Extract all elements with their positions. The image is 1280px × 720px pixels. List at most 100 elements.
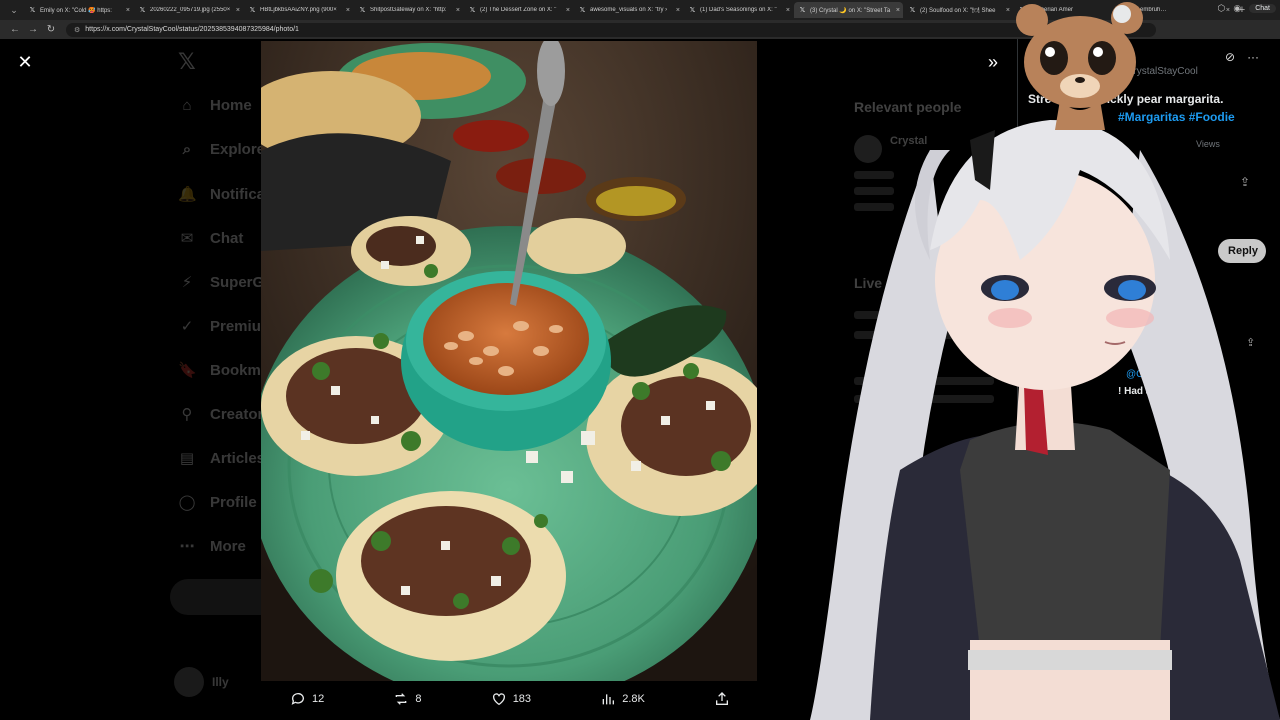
text-line xyxy=(854,311,974,319)
browser-tab[interactable]: 𝕏awesome_visuals on X: "try › × xyxy=(574,2,683,18)
browser-tab[interactable]: 𝕏 (3) Crystal 🌙 on X: "Street Ta × xyxy=(794,2,903,18)
tab-title: (1) Dad's Seasonings on X: " xyxy=(700,7,777,13)
like-button[interactable]: 183 xyxy=(491,691,531,707)
browser-tab[interactable]: 𝕏 Emily on X: "Cold 🥵 https: × xyxy=(24,2,133,18)
repost-count: 8 xyxy=(415,693,422,705)
url-field[interactable]: ⚙ https://x.com/CrystalStayCool/status/2… xyxy=(66,22,1156,37)
close-tab-icon[interactable]: × xyxy=(676,7,680,14)
browser-tab[interactable]: 𝕏 20260222_095719.jpg (2550× × xyxy=(134,2,243,18)
text-line xyxy=(854,203,894,211)
avatar xyxy=(854,135,882,163)
browser-tab[interactable]: 𝕏 (2) Soulfood on X: "🍽 Shee × xyxy=(904,2,1013,18)
reply-author-handle[interactable]: @CrystalS xyxy=(1126,369,1174,380)
text-line xyxy=(854,377,994,385)
browser-tab[interactable]: 𝕏 (2) The Dessert Zone on X: " × xyxy=(464,2,573,18)
close-tab-icon[interactable]: × xyxy=(236,7,240,14)
nav-icon: ◯ xyxy=(178,494,196,511)
x-logo-icon: 𝕏 xyxy=(909,7,916,14)
live-heading: Live on X xyxy=(854,275,917,291)
like-count: 183 xyxy=(512,693,532,705)
reload-icon[interactable]: ↻ xyxy=(42,24,60,35)
reply-button[interactable]: 12 xyxy=(290,691,324,707)
nav-icon: ⚡ xyxy=(181,274,193,291)
tab-title: 20260222_095719.jpg (2550× xyxy=(150,7,231,13)
post-author-handle[interactable]: @CrystalStayCool xyxy=(1116,66,1198,77)
share-icon xyxy=(716,692,728,705)
close-tab-icon[interactable]: × xyxy=(1116,7,1120,14)
account-switcher[interactable]: Illy xyxy=(174,667,229,697)
text-line xyxy=(854,187,894,195)
close-tab-icon[interactable]: × xyxy=(786,7,790,14)
avatar[interactable] xyxy=(1030,370,1056,396)
browser-tab[interactable]: 𝕏 HBtLjbkbsAAiZNY.png (900× × xyxy=(244,2,353,18)
tab-title: Emily on X: "Cold 🥵 https: xyxy=(40,7,112,14)
browser-tab[interactable]: 𝕏 ShitpostGateway on X: "http: × xyxy=(354,2,463,18)
nav-item-more[interactable]: ⋯ More xyxy=(178,537,246,556)
profile-icon[interactable]: ◉ xyxy=(1233,3,1241,14)
right-column: Relevant people Crystal Live on X What's… xyxy=(846,39,1026,720)
close-icon[interactable]: ✕ xyxy=(14,51,36,73)
forward-icon[interactable]: → xyxy=(24,24,42,35)
x-logo-icon: 𝕏 xyxy=(29,7,36,14)
hashtag-margaritas[interactable]: #Margaritas xyxy=(1118,110,1185,124)
close-tab-icon[interactable]: × xyxy=(456,7,460,14)
share-button[interactable] xyxy=(714,691,730,707)
close-tab-icon[interactable]: × xyxy=(1006,7,1010,14)
post-text: Stre prickly pear margarita. #Margaritas… xyxy=(1028,90,1278,126)
browser-toolbar-right: ⬡ ◉ Chat xyxy=(1217,3,1276,14)
reply-count: 12 xyxy=(312,693,325,705)
site-info-icon[interactable]: ⚙ xyxy=(74,26,80,34)
reply-like-button[interactable]: ♡ 1 xyxy=(1156,411,1172,422)
next-arrow-icon[interactable]: → xyxy=(981,348,1005,372)
views-button[interactable]: 2.8K xyxy=(600,691,645,707)
browser-tab[interactable]: 𝕏 (1) Dad's Seasonings on X: " × xyxy=(684,2,793,18)
nav-icon: 🔖 xyxy=(178,362,197,379)
expand-icon[interactable]: » xyxy=(981,50,1005,74)
nav-item-articles[interactable]: ▤ Articles xyxy=(178,449,265,468)
repost-button[interactable]: 8 xyxy=(393,691,422,707)
back-icon[interactable]: ← xyxy=(6,24,24,35)
share-icon[interactable]: ⇪ xyxy=(1246,336,1255,349)
x-logo-icon: 𝕏 xyxy=(799,7,806,14)
post-text-mid: prickly pear margarita. xyxy=(1094,92,1224,106)
nav-icon: ✉ xyxy=(180,230,194,247)
grok-icon[interactable]: ⊘ xyxy=(1225,50,1235,64)
hashtag-foodie[interactable]: #Foodie xyxy=(1189,110,1235,124)
relevant-people-heading: Relevant people xyxy=(854,99,962,115)
nav-item-home[interactable]: ⌂ Home xyxy=(178,97,251,114)
nav-icon: 🔔 xyxy=(178,186,197,203)
tab-title: (2) Soulfood on X: "🍽 Shee xyxy=(920,7,996,14)
post-views-label: Views xyxy=(1196,139,1220,149)
tab-title: (2) Iberian Amer xyxy=(1030,7,1074,13)
text-line xyxy=(854,171,894,179)
tab-search-icon[interactable]: ⌄ xyxy=(4,0,24,20)
nav-icon: ✓ xyxy=(180,318,194,335)
text-line xyxy=(854,395,994,403)
nav-label: Profile xyxy=(210,493,257,511)
share-icon[interactable]: ⇪ xyxy=(1240,175,1250,189)
close-tab-icon[interactable]: × xyxy=(126,7,130,14)
nav-item-profile[interactable]: ◯ Profile xyxy=(178,493,257,512)
reply-submit-button[interactable]: Reply xyxy=(1218,239,1266,263)
side-panel-top-icons: ⊘ ··· xyxy=(1225,50,1259,64)
reply-icon xyxy=(291,693,304,705)
x-logo-icon[interactable]: 𝕏 xyxy=(178,49,196,75)
close-tab-icon[interactable]: × xyxy=(346,7,350,14)
nav-item-chat[interactable]: ✉ Chat xyxy=(178,229,244,248)
nav-item-premium[interactable]: ✓ Premium xyxy=(178,317,275,336)
close-tab-icon[interactable]: × xyxy=(896,7,900,14)
more-options-icon[interactable]: ··· xyxy=(1247,50,1259,64)
browser-tab[interactable]: 𝕏 (2) Iberian Amer × xyxy=(1014,2,1123,18)
reply-like-count: 1 xyxy=(1166,411,1172,421)
tab-title: ShitpostGateway on X: "http: xyxy=(370,7,447,13)
like-icon xyxy=(492,693,505,706)
extensions-icon[interactable]: ⬡ xyxy=(1217,3,1225,14)
tab-title: (2) The Dessert Zone on X: " xyxy=(480,7,557,13)
chat-button[interactable]: Chat xyxy=(1249,4,1276,13)
nav-icon: ⌂ xyxy=(182,97,192,114)
nav-item-explore[interactable]: ⌕ Explore xyxy=(178,141,265,158)
close-tab-icon[interactable]: × xyxy=(566,7,570,14)
url-text: https://x.com/CrystalStayCool/status/202… xyxy=(85,26,299,33)
x-logo-icon: 𝕏 xyxy=(1019,7,1026,14)
post-side-panel: ⊘ ··· @CrystalStayCool Stre prickly pear… xyxy=(1017,39,1280,720)
